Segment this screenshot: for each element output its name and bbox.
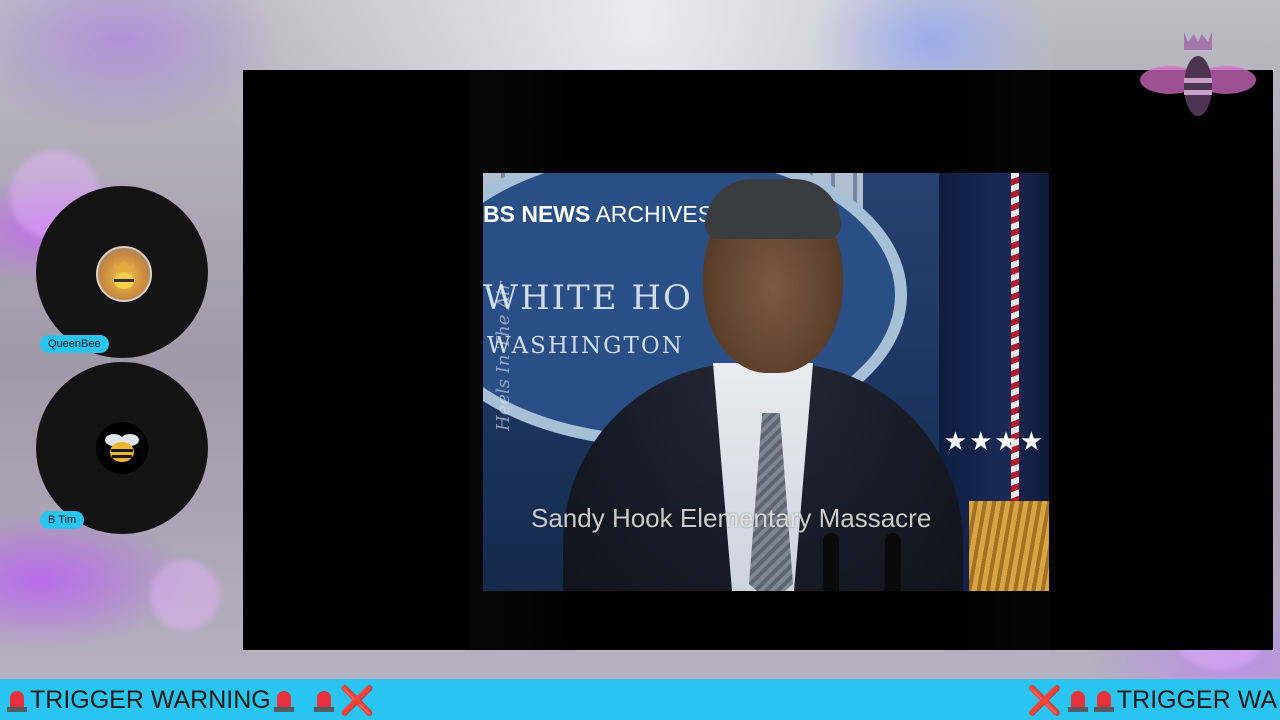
video-watermark: Heels In The Air <box>493 281 514 431</box>
police-siren-icon <box>1093 689 1115 713</box>
bokeh-light <box>150 560 220 630</box>
ticker-text-left: TRIGGER WARNING <box>30 686 271 714</box>
flag-fringe <box>969 501 1049 591</box>
crowned-bee-avatar-icon <box>96 246 152 302</box>
participant-tile-queenbee[interactable] <box>36 186 208 358</box>
video-caption: Sandy Hook Elementary Massacre <box>531 503 932 533</box>
microphone <box>885 533 901 591</box>
bee-avatar-icon <box>96 422 148 474</box>
seal-text-line1: WHITE HO <box>483 278 693 318</box>
police-siren-icon <box>313 689 335 713</box>
seal-text-line2: WASHINGTON <box>487 333 684 359</box>
trigger-warning-ticker: TRIGGER WARNING ❌ ❌ TRIGGER WA <box>0 679 1280 720</box>
participant-tile-b-tim[interactable] <box>36 362 208 534</box>
police-siren-icon <box>1067 689 1089 713</box>
police-siren-icon <box>273 689 295 713</box>
participant-name-queenbee: QueenBee <box>40 335 109 353</box>
speaker-hair <box>705 179 841 239</box>
cross-mark-icon: ❌ <box>1027 685 1062 716</box>
ticker-segment-left: TRIGGER WARNING ❌ <box>4 684 378 717</box>
flag-stars: ★★★★ <box>943 427 1045 457</box>
network-label-rest: ARCHIVES <box>590 201 714 227</box>
network-label: BS NEWS ARCHIVES <box>483 201 713 228</box>
crowned-bee-logo-icon <box>1140 32 1256 116</box>
news-clip: WHITE HO WASHINGTON BS NEWS ARCHIVES Hee… <box>483 173 1049 591</box>
ticker-text-right: TRIGGER WA <box>1116 686 1278 714</box>
cross-mark-icon: ❌ <box>339 685 375 716</box>
stream-stage: WHITE HO WASHINGTON BS NEWS ARCHIVES Hee… <box>0 0 1280 720</box>
shared-video-frame[interactable]: WHITE HO WASHINGTON BS NEWS ARCHIVES Hee… <box>243 70 1273 650</box>
participant-name-b-tim: B Tim <box>40 511 85 529</box>
microphone <box>823 533 839 591</box>
police-siren-icon <box>6 689 28 713</box>
network-label-bold: BS NEWS <box>483 201 591 227</box>
ticker-segment-right: ❌ TRIGGER WA <box>1024 684 1277 717</box>
